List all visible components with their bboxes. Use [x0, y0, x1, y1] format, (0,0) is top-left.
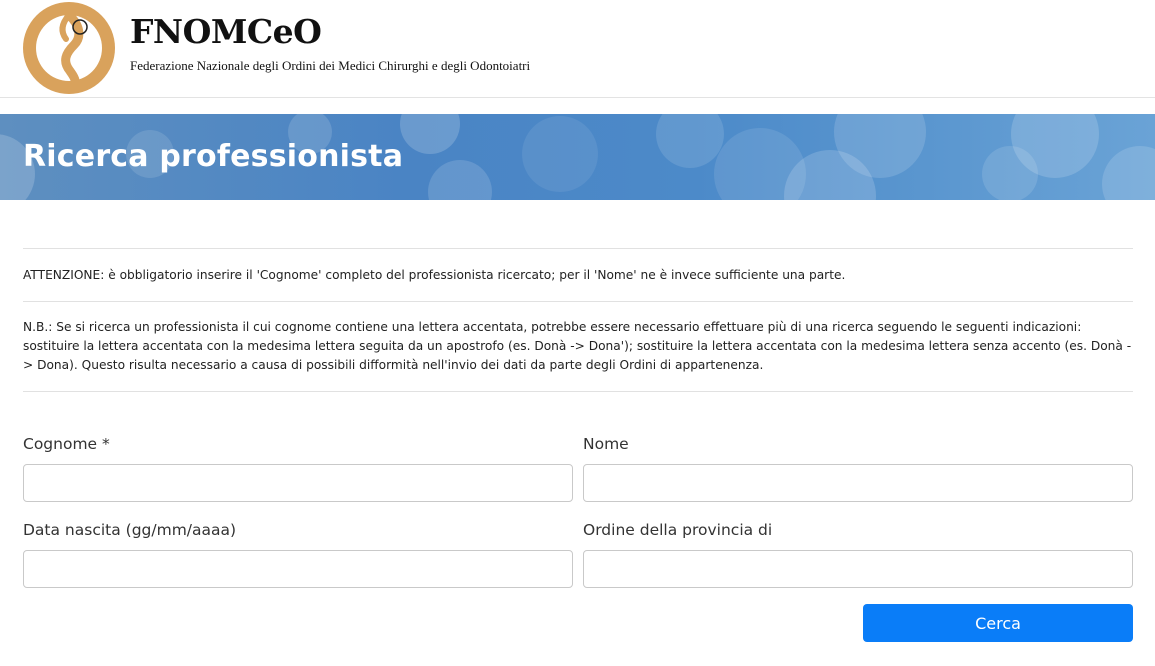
birthdate-input[interactable]: [23, 550, 573, 588]
surname-input[interactable]: [23, 464, 573, 502]
search-button[interactable]: Cerca: [863, 604, 1133, 642]
site-header: FNOMCeO Federazione Nazionale degli Ordi…: [0, 0, 1155, 98]
birthdate-label: Data nascita (gg/mm/aaaa): [23, 521, 237, 539]
name-label: Nome: [583, 435, 629, 453]
name-input[interactable]: [583, 464, 1133, 502]
divider: [23, 248, 1133, 249]
page-banner: Ricerca professionista: [0, 114, 1155, 200]
province-label: Ordine della provincia di: [583, 521, 773, 539]
divider: [23, 391, 1133, 392]
divider: [23, 301, 1133, 302]
org-full-name: Federazione Nazionale degli Ordini dei M…: [130, 58, 531, 73]
page-title: Ricerca professionista: [23, 139, 404, 174]
accent-note: N.B.: Se si ricerca un professionista il…: [23, 320, 1132, 372]
caduceus-snake-logo-icon[interactable]: [22, 1, 116, 95]
province-input[interactable]: [583, 550, 1133, 588]
attention-note: ATTENZIONE: è obbligatorio inserire il '…: [23, 268, 846, 282]
org-name: FNOMCeO: [130, 12, 322, 51]
surname-label: Cognome *: [23, 435, 110, 453]
